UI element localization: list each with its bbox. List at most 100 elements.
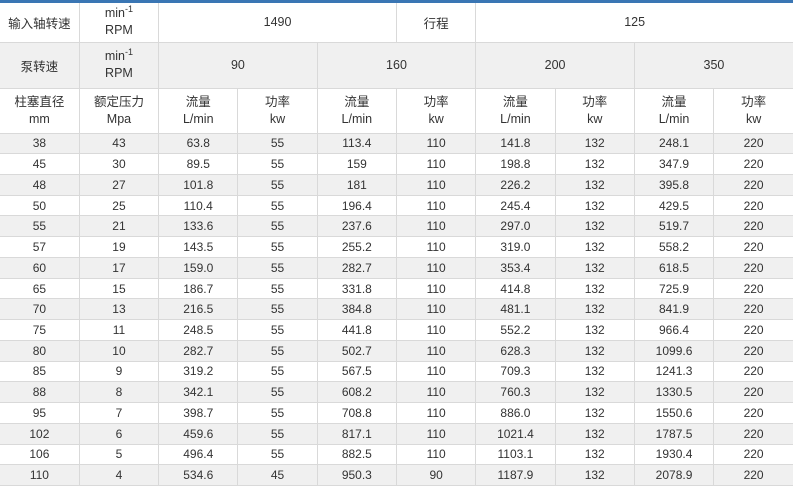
col-unit: kw <box>240 111 314 128</box>
unit-exponent: -1 <box>125 47 133 57</box>
table-cell: 113.4 <box>317 133 396 154</box>
table-cell: 1103.1 <box>476 444 555 465</box>
table-cell: 90 <box>396 465 475 486</box>
table-cell: 414.8 <box>476 278 555 299</box>
table-cell: 181 <box>317 174 396 195</box>
unit-rpm: RPM <box>82 22 156 39</box>
col-label: 流量 <box>320 94 394 111</box>
table-cell: 159.0 <box>159 257 238 278</box>
col-unit: kw <box>558 111 632 128</box>
table-cell: 132 <box>555 320 634 341</box>
table-cell: 55 <box>238 133 317 154</box>
table-cell: 708.8 <box>317 403 396 424</box>
table-cell: 110 <box>396 320 475 341</box>
table-cell: 132 <box>555 278 634 299</box>
table-cell: 534.6 <box>159 465 238 486</box>
col-label: 额定压力 <box>82 94 156 111</box>
table-cell: 567.5 <box>317 361 396 382</box>
table-cell: 186.7 <box>159 278 238 299</box>
stroke-label: 行程 <box>396 3 475 42</box>
table-row: 1104534.645950.3901187.91322078.9220 <box>0 465 793 486</box>
table-cell: 110.4 <box>159 195 238 216</box>
input-shaft-speed-label: 输入轴转速 <box>0 3 79 42</box>
table-cell: 441.8 <box>317 320 396 341</box>
table-cell: 132 <box>555 299 634 320</box>
table-cell: 459.6 <box>159 423 238 444</box>
table-cell: 220 <box>714 361 793 382</box>
table-cell: 760.3 <box>476 382 555 403</box>
table-cell: 85 <box>0 361 79 382</box>
table-cell: 57 <box>0 237 79 258</box>
table-cell: 2078.9 <box>634 465 713 486</box>
table-cell: 110 <box>396 403 475 424</box>
table-cell: 55 <box>238 403 317 424</box>
table-cell: 608.2 <box>317 382 396 403</box>
unit-rpm: RPM <box>82 65 156 82</box>
table-cell: 60 <box>0 257 79 278</box>
col-header-flow-160: 流量 L/min <box>317 88 396 133</box>
table-cell: 886.0 <box>476 403 555 424</box>
table-cell: 110 <box>396 382 475 403</box>
col-header-rated-pressure: 额定压力 Mpa <box>79 88 158 133</box>
table-cell: 132 <box>555 340 634 361</box>
table-cell: 966.4 <box>634 320 713 341</box>
table-cell: 220 <box>714 382 793 403</box>
table-cell: 132 <box>555 237 634 258</box>
table-cell: 110 <box>396 133 475 154</box>
table-cell: 55 <box>238 278 317 299</box>
table-cell: 27 <box>79 174 158 195</box>
header-row-columns: 柱塞直径 mm 额定压力 Mpa 流量 L/min 功率 kw 流量 L/m <box>0 88 793 133</box>
table-cell: 950.3 <box>317 465 396 486</box>
table-cell: 237.6 <box>317 216 396 237</box>
table-cell: 55 <box>238 444 317 465</box>
table-cell: 282.7 <box>317 257 396 278</box>
table-cell: 15 <box>79 278 158 299</box>
table-row: 453089.555159110198.8132347.9220 <box>0 154 793 175</box>
col-header-power-160: 功率 kw <box>396 88 475 133</box>
table-cell: 220 <box>714 278 793 299</box>
unit-exponent: -1 <box>125 4 133 14</box>
table-cell: 95 <box>0 403 79 424</box>
table-cell: 110 <box>396 361 475 382</box>
table-cell: 220 <box>714 154 793 175</box>
input-shaft-speed-value: 1490 <box>159 3 397 42</box>
table-cell: 220 <box>714 237 793 258</box>
col-unit: L/min <box>161 111 235 128</box>
table-cell: 159 <box>317 154 396 175</box>
table-cell: 50 <box>0 195 79 216</box>
table-cell: 558.2 <box>634 237 713 258</box>
table-row: 8010282.755502.7110628.31321099.6220 <box>0 340 793 361</box>
col-label: 功率 <box>399 94 473 111</box>
table-cell: 220 <box>714 423 793 444</box>
table-cell: 395.8 <box>634 174 713 195</box>
input-shaft-speed-unit: min-1 RPM <box>79 3 158 42</box>
table-cell: 11 <box>79 320 158 341</box>
table-cell: 102 <box>0 423 79 444</box>
col-unit: L/min <box>637 111 711 128</box>
header-row-pump-speed: 泵转速 min-1 RPM 90 160 200 350 <box>0 42 793 88</box>
pump-speed-label: 泵转速 <box>0 42 79 88</box>
table-cell: 55 <box>238 216 317 237</box>
pump-speed-350: 350 <box>634 42 793 88</box>
table-cell: 55 <box>238 361 317 382</box>
table-cell: 25 <box>79 195 158 216</box>
col-label: 功率 <box>716 94 791 111</box>
table-cell: 319.2 <box>159 361 238 382</box>
col-header-power-200: 功率 kw <box>555 88 634 133</box>
table-cell: 106 <box>0 444 79 465</box>
table-cell: 220 <box>714 444 793 465</box>
table-cell: 48 <box>0 174 79 195</box>
table-row: 7013216.555384.8110481.1132841.9220 <box>0 299 793 320</box>
table-cell: 132 <box>555 216 634 237</box>
table-cell: 132 <box>555 444 634 465</box>
table-cell: 132 <box>555 361 634 382</box>
table-cell: 55 <box>238 299 317 320</box>
table-cell: 220 <box>714 257 793 278</box>
table-cell: 110 <box>396 340 475 361</box>
table-cell: 55 <box>0 216 79 237</box>
pump-spec-grid: 输入轴转速 min-1 RPM 1490 行程 125 泵转速 min-1 RP… <box>0 3 793 486</box>
table-cell: 220 <box>714 340 793 361</box>
col-unit: Mpa <box>82 111 156 128</box>
col-label: 柱塞直径 <box>2 94 77 111</box>
table-cell: 30 <box>79 154 158 175</box>
